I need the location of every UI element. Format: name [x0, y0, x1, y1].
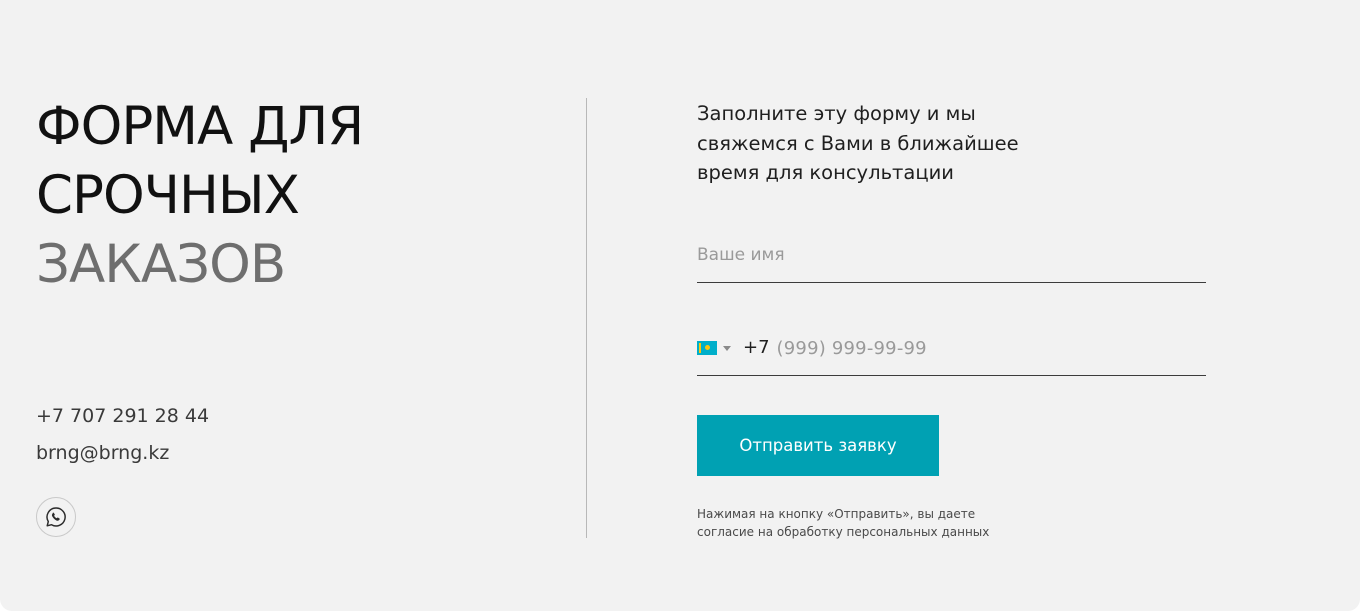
country-code-select[interactable]	[697, 329, 731, 367]
phone-prefix: +7	[743, 337, 770, 358]
vertical-divider	[586, 98, 587, 538]
chevron-down-icon	[723, 345, 731, 351]
phone-input[interactable]	[776, 329, 1206, 367]
kazakhstan-flag-icon	[697, 341, 717, 355]
whatsapp-button[interactable]	[36, 497, 76, 537]
name-input[interactable]	[697, 236, 1206, 274]
name-field	[697, 236, 1206, 283]
whatsapp-icon	[45, 506, 67, 528]
order-form-section: ФОРМА ДЛЯ СРОЧНЫХ ЗАКАЗОВ +7 707 291 28 …	[0, 0, 1360, 611]
form-intro-text: Заполните эту форму и мы свяжемся с Вами…	[697, 102, 1019, 184]
title-line-3: ЗАКАЗОВ	[36, 234, 286, 295]
consent-text: Нажимая на кнопку «Отправить», вы даете …	[697, 507, 990, 539]
contact-email-link[interactable]: brng@brng.kz	[36, 442, 169, 464]
submit-button[interactable]: Отправить заявку	[697, 415, 939, 476]
title-line-2: СРОЧНЫХ	[36, 165, 300, 226]
phone-field: +7	[697, 329, 1206, 376]
title-line-1: ФОРМА ДЛЯ	[36, 96, 364, 157]
contact-phone-link[interactable]: +7 707 291 28 44	[36, 405, 209, 427]
page-title: ФОРМА ДЛЯ СРОЧНЫХ ЗАКАЗОВ	[36, 92, 364, 299]
